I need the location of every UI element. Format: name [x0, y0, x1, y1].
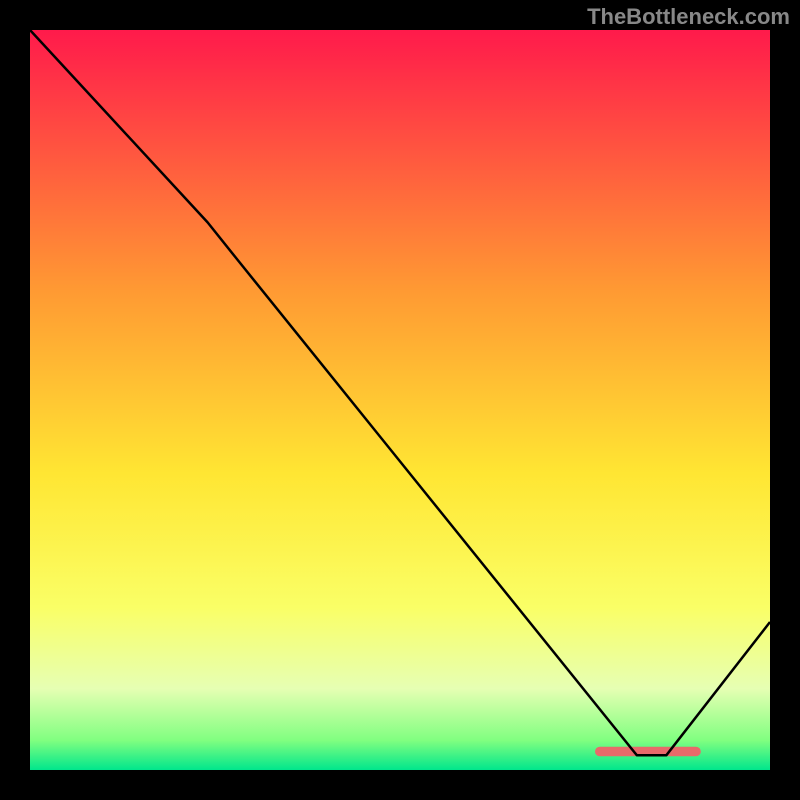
plot-area: [30, 30, 770, 770]
gradient-background: [30, 30, 770, 770]
watermark-text: TheBottleneck.com: [587, 4, 790, 30]
chart-svg: [30, 30, 770, 770]
chart-container: TheBottleneck.com: [0, 0, 800, 800]
